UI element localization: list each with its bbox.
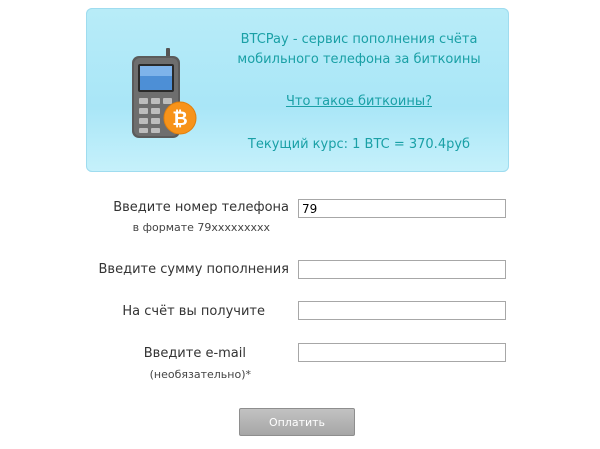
banner-title-line2: мобильного телефона за биткоины xyxy=(237,52,481,67)
amount-label: Введите сумму пополнения xyxy=(98,262,289,277)
receive-amount-field[interactable] xyxy=(298,301,506,320)
phone-format-hint: в формате 79xxxxxxxxx xyxy=(132,221,270,234)
email-label: Введите e-mail xyxy=(143,346,246,361)
pay-button[interactable]: Оплатить xyxy=(239,408,355,436)
phone-label: Введите номер телефона xyxy=(113,200,289,215)
banner-title: BTCPay - сервис пополнения счёта мобильн… xyxy=(214,30,504,70)
banner-title-line1: BTCPay - сервис пополнения счёта xyxy=(240,32,478,47)
header-banner: ₿ BTCPay - сервис пополнения счёта мобил… xyxy=(86,8,509,172)
email-optional-hint: (необязательно)* xyxy=(149,368,251,381)
receive-label: На счёт вы получите xyxy=(122,304,265,319)
email-input[interactable] xyxy=(298,343,506,362)
amount-input[interactable] xyxy=(298,260,506,279)
exchange-rate-text: Текущий курс: 1 BTC = 370.4руб xyxy=(247,137,471,152)
phone-input[interactable] xyxy=(298,199,506,218)
mobile-phone-bitcoin-icon: ₿ xyxy=(132,48,197,138)
what-is-bitcoin-link[interactable]: Что такое биткоины? xyxy=(214,94,504,109)
svg-text:₿: ₿ xyxy=(172,108,187,130)
